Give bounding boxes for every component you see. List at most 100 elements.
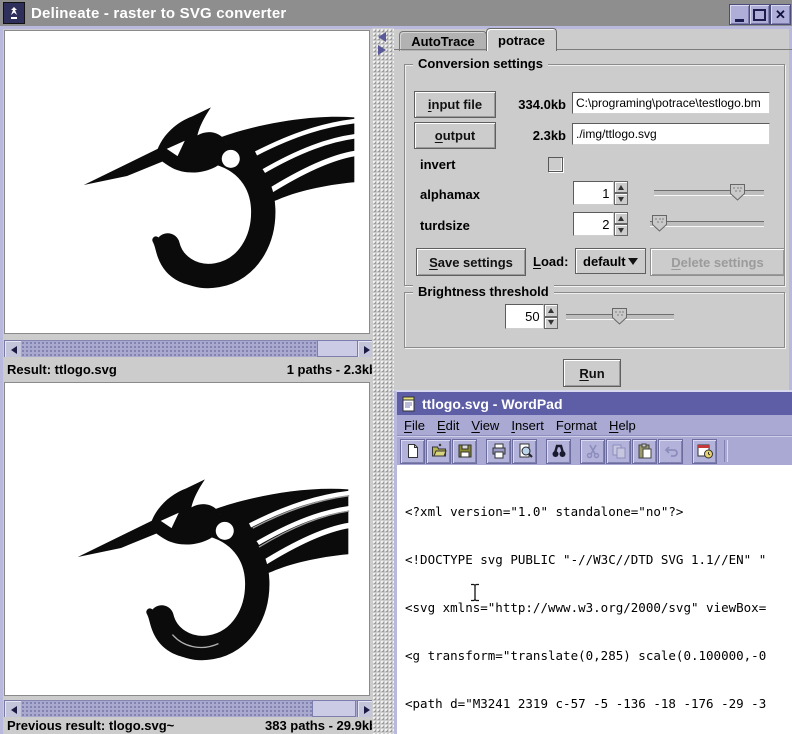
print-button[interactable] — [486, 439, 511, 464]
menu-help[interactable]: Help — [609, 418, 636, 433]
previous-preview-panel[interactable] — [4, 382, 370, 696]
brightness-value[interactable]: 50 — [505, 304, 544, 329]
result-hscrollbar[interactable] — [4, 340, 374, 357]
previous-status-bar: Previous result: tlogo.svg~ 383 paths - … — [3, 717, 381, 734]
frame-top — [0, 26, 792, 29]
result-preview-panel[interactable] — [4, 30, 370, 334]
tab-potrace[interactable]: potrace — [486, 28, 557, 51]
output-file-field[interactable]: ./img/ttlogo.svg — [572, 123, 770, 145]
menu-file[interactable]: File — [404, 418, 425, 433]
turdsize-slider-thumb[interactable] — [652, 215, 667, 232]
print-icon — [491, 443, 507, 459]
output-size-label: 2.3kb — [500, 128, 566, 143]
menu-view[interactable]: View — [471, 418, 499, 433]
turdsize-value[interactable]: 2 — [573, 212, 614, 236]
alphamax-slider-thumb[interactable] — [730, 184, 745, 201]
doc-line: <path d="M3241 2319 c-57 -5 -136 -18 -17… — [405, 696, 792, 712]
paste-button[interactable] — [632, 439, 657, 464]
brightness-spinner[interactable]: 50 — [505, 304, 558, 329]
tab-border — [394, 49, 792, 50]
output-button[interactable]: output — [414, 122, 496, 149]
wordpad-title-bar[interactable]: ttlogo.svg - WordPad — [397, 392, 792, 415]
result-status-bar: Result: ttlogo.svg 1 paths - 2.3kb — [3, 357, 381, 381]
scroll-thumb[interactable] — [317, 340, 359, 357]
chevron-down-icon — [628, 258, 638, 265]
open-button[interactable] — [426, 439, 451, 464]
wordpad-menu-bar: File Edit View Insert Format Help — [397, 415, 792, 435]
input-file-button[interactable]: input file — [414, 91, 496, 118]
previous-hscrollbar[interactable] — [4, 700, 374, 717]
expand-right-icon[interactable] — [378, 45, 386, 55]
wordpad-icon — [401, 396, 417, 412]
splitpane-divider[interactable] — [372, 28, 394, 734]
close-icon: ✕ — [775, 8, 786, 21]
wordpad-toolbar — [397, 435, 792, 466]
arrow-down-icon — [618, 228, 624, 233]
load-settings-combobox[interactable]: default — [575, 248, 646, 274]
maximize-icon — [753, 9, 766, 21]
alphamax-value[interactable]: 1 — [573, 181, 614, 205]
conversion-settings-title: Conversion settings — [413, 56, 548, 71]
input-file-field[interactable]: C:\programing\potrace\testlogo.bm — [572, 92, 770, 114]
wordpad-window: ttlogo.svg - WordPad File Edit View Inse… — [394, 390, 792, 734]
delineate-window: Delineate - raster to SVG converter ✕ Re… — [0, 0, 792, 734]
menu-insert[interactable]: Insert — [511, 418, 544, 433]
tab-autotrace[interactable]: AutoTrace — [399, 31, 487, 51]
cut-button[interactable] — [580, 439, 605, 464]
minimize-button[interactable] — [729, 4, 750, 25]
arrow-right-icon — [364, 706, 370, 714]
doc-line: <svg xmlns="http://www.w3.org/2000/svg" … — [405, 600, 792, 616]
close-button[interactable]: ✕ — [770, 4, 791, 25]
brightness-slider-thumb[interactable] — [612, 308, 627, 325]
copy-button[interactable] — [606, 439, 631, 464]
wordpad-document[interactable]: <?xml version="1.0" standalone="no"?> <!… — [397, 465, 792, 734]
arrow-down-icon — [548, 320, 554, 325]
undo-button[interactable] — [658, 439, 683, 464]
result-paths-size: 1 paths - 2.3kb — [287, 362, 377, 377]
spin-down-button[interactable] — [614, 193, 628, 205]
invert-checkbox[interactable] — [548, 157, 563, 172]
alphamax-label: alphamax — [420, 187, 480, 202]
doc-line: <?xml version="1.0" standalone="no"?> — [405, 504, 792, 520]
menu-edit[interactable]: Edit — [437, 418, 459, 433]
app-icon — [3, 2, 25, 24]
copy-icon — [611, 443, 627, 459]
alphamax-slider[interactable] — [654, 190, 764, 196]
menu-format[interactable]: Format — [556, 418, 597, 433]
turdsize-slider[interactable] — [650, 221, 764, 227]
find-binoculars-icon — [551, 443, 567, 459]
undo-arrow-icon — [663, 443, 679, 459]
spin-down-button[interactable] — [614, 224, 628, 236]
paste-clipboard-icon — [637, 443, 653, 459]
text-cursor — [469, 583, 481, 602]
title-bar[interactable]: Delineate - raster to SVG converter — [0, 0, 792, 26]
spin-up-button[interactable] — [544, 304, 558, 317]
date-time-button[interactable] — [692, 439, 717, 464]
arrow-up-icon — [618, 185, 624, 190]
spin-up-button[interactable] — [614, 212, 628, 224]
brightness-threshold-title: Brightness threshold — [413, 284, 554, 299]
spin-down-button[interactable] — [544, 317, 558, 330]
maximize-button[interactable] — [749, 4, 770, 25]
cut-scissors-icon — [585, 443, 601, 459]
print-preview-icon — [517, 443, 533, 459]
result-bird-image — [33, 47, 369, 323]
previous-filename: Previous result: tlogo.svg~ — [7, 718, 174, 733]
delete-settings-button[interactable]: Delete settings — [650, 248, 785, 276]
save-button[interactable] — [452, 439, 477, 464]
save-floppy-icon — [457, 443, 473, 459]
scroll-thumb[interactable] — [312, 700, 356, 717]
turdsize-spinner[interactable]: 2 — [573, 212, 628, 236]
window-title: Delineate - raster to SVG converter — [31, 5, 286, 22]
save-settings-button[interactable]: Save settings — [416, 248, 526, 276]
turdsize-label: turdsize — [420, 218, 470, 233]
arrow-right-icon — [364, 346, 370, 354]
run-button[interactable]: Run — [563, 359, 621, 387]
spin-up-button[interactable] — [614, 181, 628, 193]
combo-value: default — [583, 254, 626, 269]
print-preview-button[interactable] — [512, 439, 537, 464]
new-button[interactable] — [400, 439, 425, 464]
collapse-left-icon[interactable] — [378, 32, 386, 42]
alphamax-spinner[interactable]: 1 — [573, 181, 628, 205]
find-button[interactable] — [546, 439, 571, 464]
